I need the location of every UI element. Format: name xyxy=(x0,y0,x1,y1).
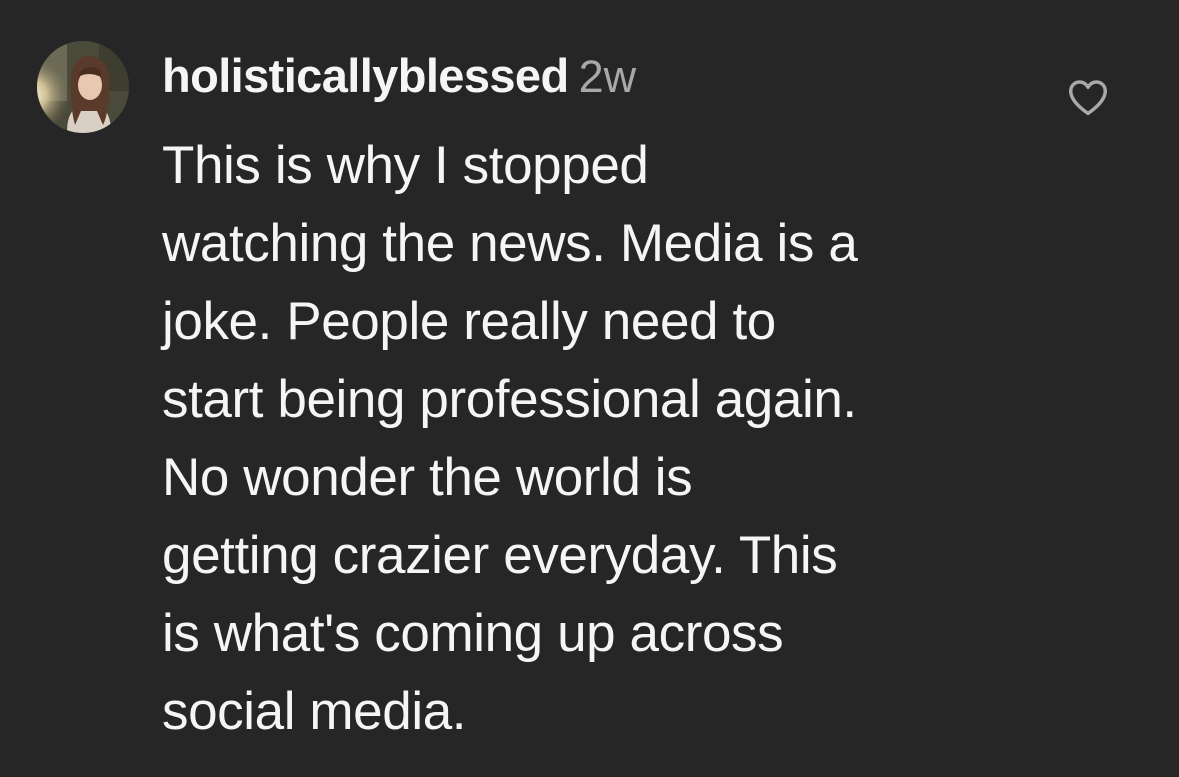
comment-text-line: This is why I stopped xyxy=(162,136,649,195)
comment-text-line: joke. People really need to xyxy=(162,292,776,351)
comment-timestamp: 2w xyxy=(578,51,637,102)
avatar[interactable] xyxy=(37,41,129,133)
heart-outline-icon xyxy=(1069,80,1107,116)
comment-text-line: start being professional again. xyxy=(162,370,857,429)
comment-text-line: is what's coming up across xyxy=(162,604,784,663)
like-button[interactable] xyxy=(1067,78,1109,116)
comment-text-line: watching the news. Media is a xyxy=(162,214,858,273)
comment-text-line: No wonder the world is xyxy=(162,448,693,507)
comment-item: holisticallyblessed 2w This is why I stop… xyxy=(0,0,1179,777)
avatar-photo xyxy=(37,41,129,133)
comment-text-line: social media. xyxy=(162,682,467,741)
comment-text-line: getting crazier everyday. This xyxy=(162,526,838,585)
comment-text: This is why I stopped watching the news.… xyxy=(162,127,1062,751)
comment-header: holisticallyblessed 2w xyxy=(162,44,636,108)
username-link[interactable]: holisticallyblessed xyxy=(162,49,569,102)
